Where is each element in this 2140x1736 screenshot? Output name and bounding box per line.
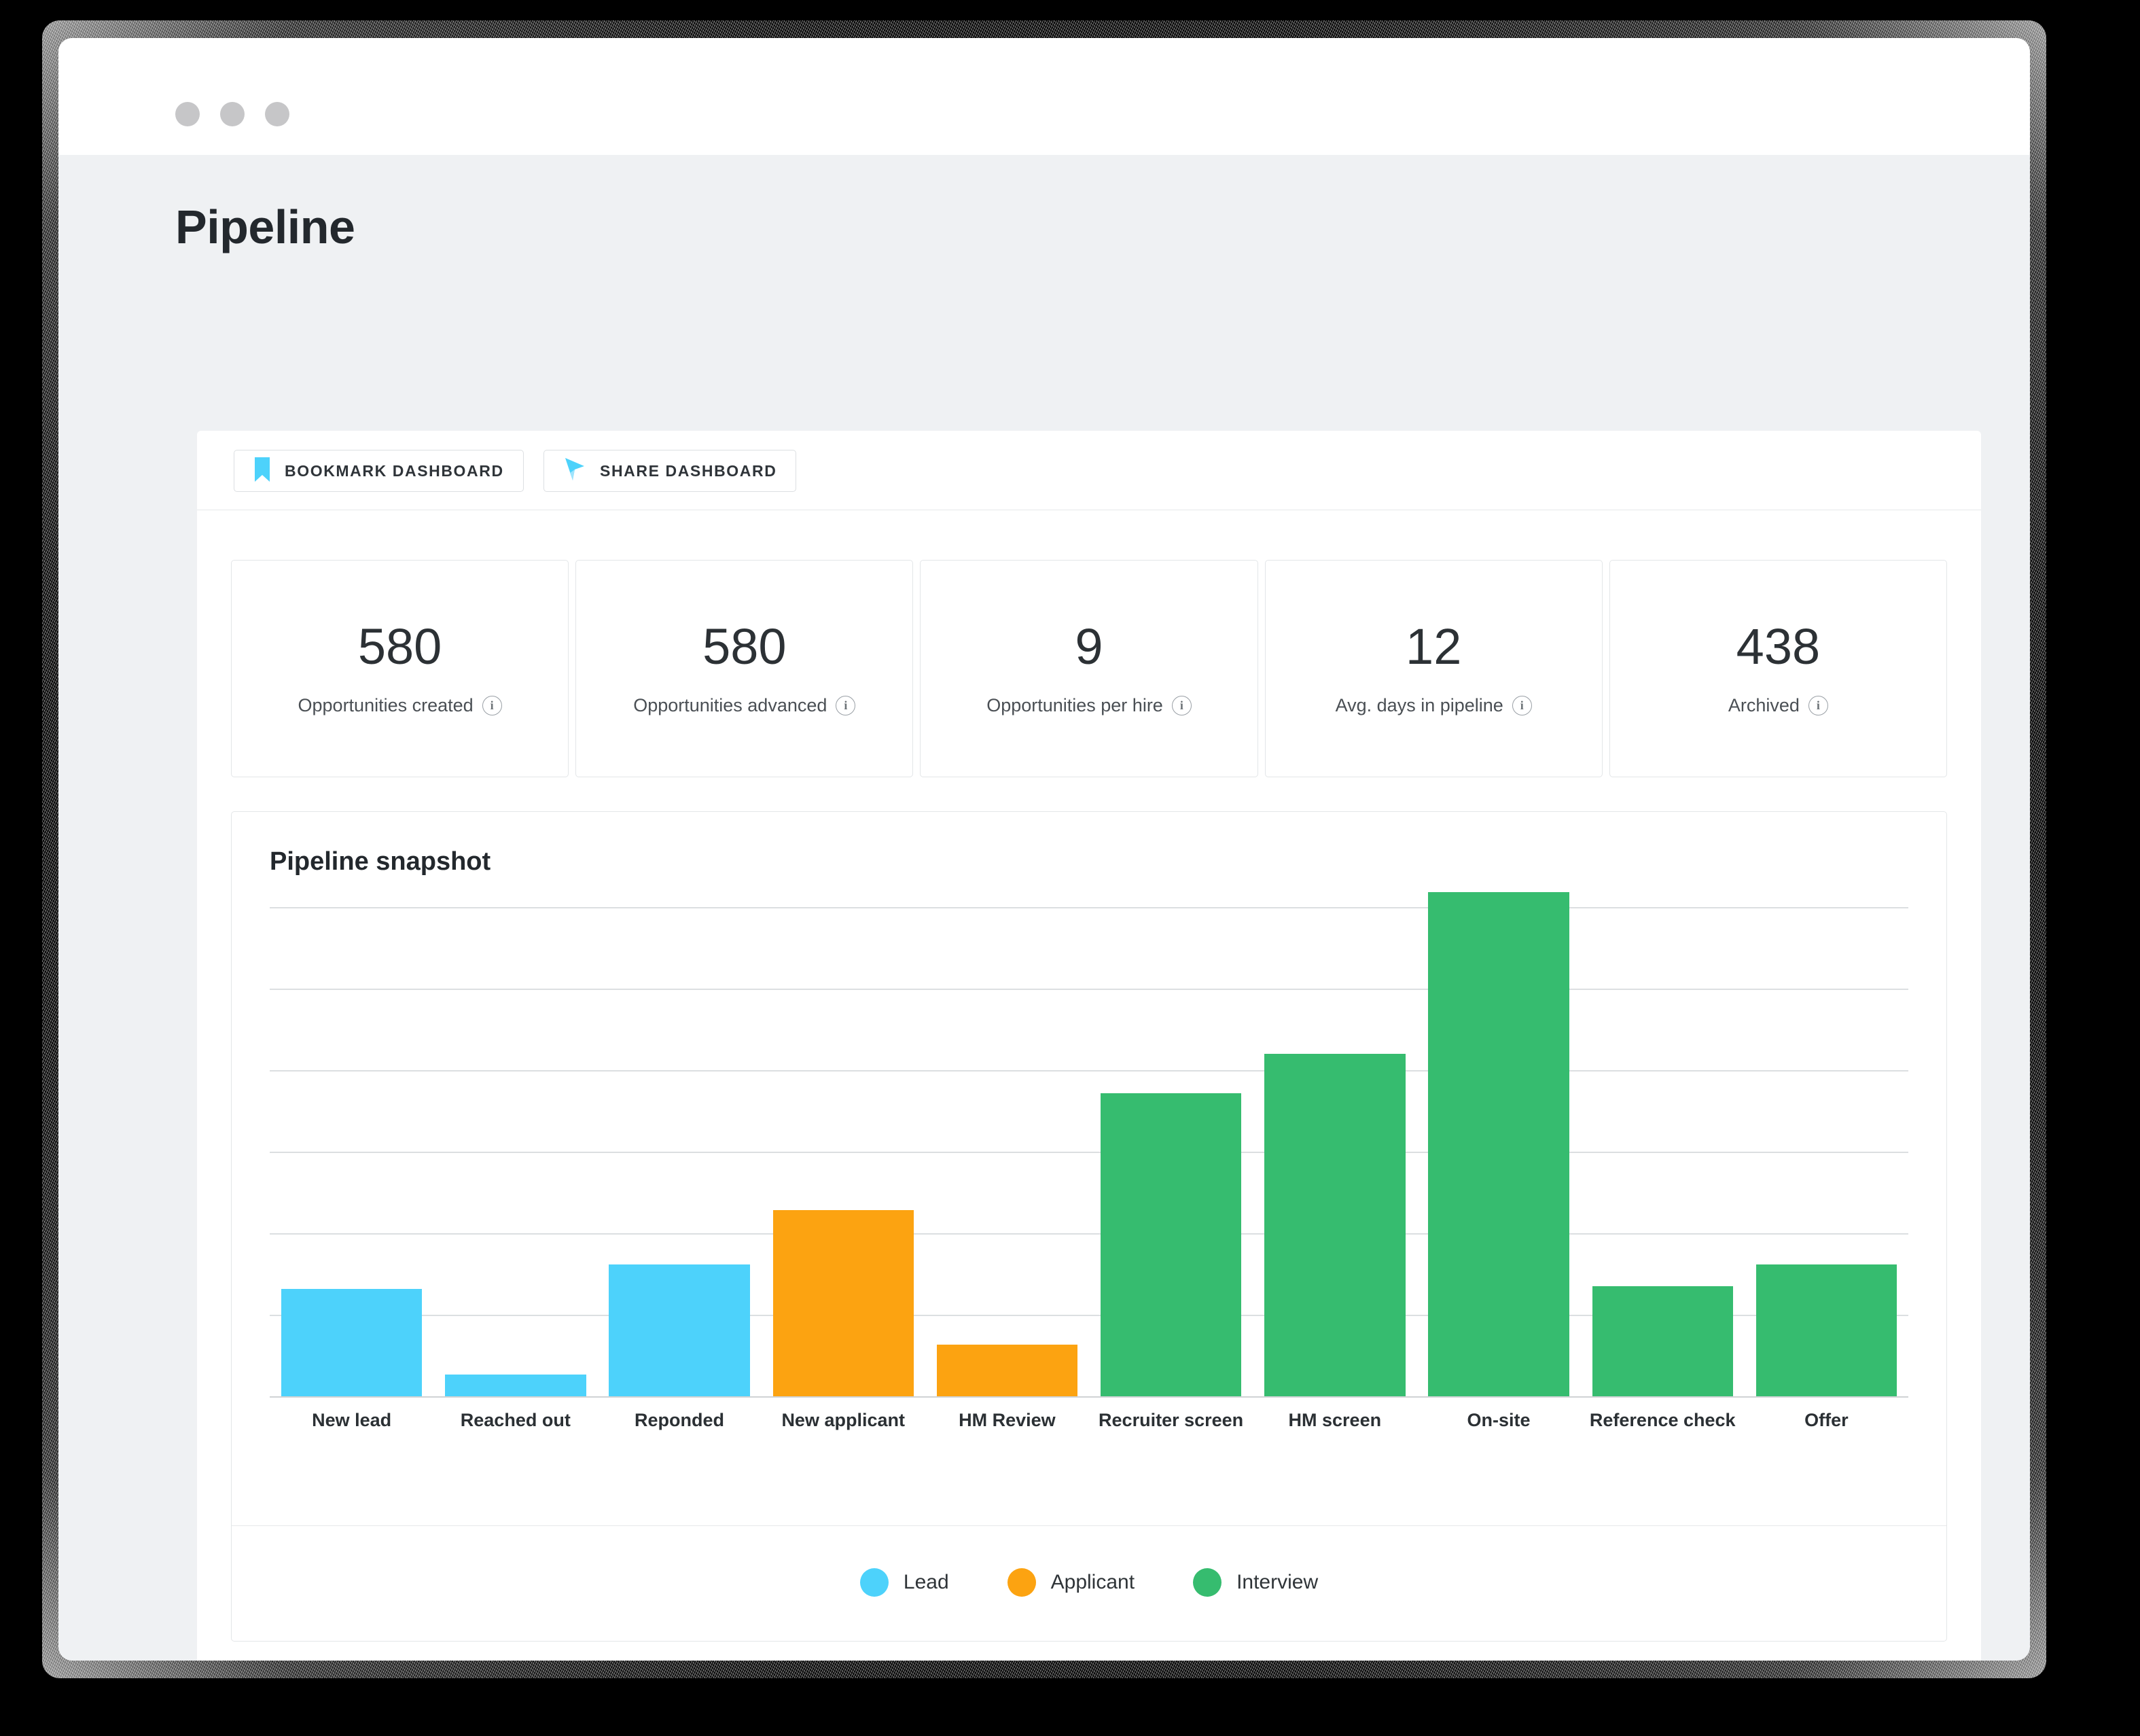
bar-cell [1253,907,1416,1396]
stat-card-row: 580 Opportunities created i 580 Opportunitie… [231,560,1947,777]
bar-cell [1581,907,1745,1396]
legend-label: Interview [1236,1571,1318,1594]
legend-item[interactable]: Interview [1193,1568,1318,1597]
pipeline-snapshot-card: Pipeline snapshot New leadReached outRep… [231,811,1947,1642]
stat-caption: Opportunities created i [298,695,502,716]
window-close-button[interactable] [175,102,200,126]
stat-label: Opportunities advanced [633,695,827,716]
stat-card: 580 Opportunities created i [231,560,569,777]
stat-label: Avg. days in pipeline [1336,695,1503,716]
x-axis-label: Offer [1745,1410,1908,1431]
window-titlebar [58,38,2030,96]
gridline [270,1396,1908,1398]
legend-swatch [860,1568,889,1597]
stat-card: 438 Archived i [1609,560,1947,777]
x-axis-label: HM screen [1253,1410,1416,1431]
chart-x-axis-labels: New leadReached outRepondedNew applicant… [270,1410,1908,1431]
stat-value: 438 [1736,622,1820,672]
legend-swatch [1007,1568,1036,1597]
legend-item[interactable]: Lead [860,1568,949,1597]
chart-bars [270,907,1908,1396]
stat-value: 12 [1406,622,1461,672]
stat-caption: Avg. days in pipeline i [1336,695,1532,716]
bar-cell [925,907,1089,1396]
share-dashboard-button[interactable]: SHARE DASHBOARD [543,450,796,492]
bar-cell [270,907,433,1396]
info-icon[interactable]: i [1172,696,1192,715]
stat-label: Opportunities created [298,695,474,716]
stat-caption: Archived i [1728,695,1828,716]
info-icon[interactable]: i [836,696,855,715]
x-axis-label: On-site [1416,1410,1580,1431]
x-axis-label: Recruiter screen [1089,1410,1253,1431]
stat-caption: Opportunities advanced i [633,695,855,716]
dashboard-action-bar: BOOKMARK DASHBOARD SHARE DASHBOARD [197,431,1981,510]
dashboard-card: BOOKMARK DASHBOARD SHARE DASHBOARD 580 Op… [197,431,1981,1661]
info-icon[interactable]: i [1512,696,1532,715]
bar[interactable] [445,1375,586,1396]
chart-title: Pipeline snapshot [232,812,1946,876]
legend-item[interactable]: Applicant [1007,1568,1135,1597]
bar-cell [1089,907,1253,1396]
stat-value: 9 [1075,622,1103,672]
legend-label: Lead [904,1571,949,1594]
browser-window: Pipeline BOOKMARK DASHBOARD [58,38,2030,1661]
bar-cell [1416,907,1580,1396]
info-icon[interactable]: i [1808,696,1828,715]
stat-card: 580 Opportunities advanced i [575,560,913,777]
bar[interactable] [1101,1093,1241,1396]
stat-value: 580 [358,622,442,672]
stat-card: 12 Avg. days in pipeline i [1265,560,1603,777]
x-axis-label: Reached out [433,1410,597,1431]
stat-card: 9 Opportunities per hire i [920,560,1258,777]
x-axis-label: Reponded [597,1410,761,1431]
bar[interactable] [773,1210,914,1396]
bookmark-dashboard-label: BOOKMARK DASHBOARD [285,462,504,480]
window-minimize-button[interactable] [220,102,245,126]
stat-value: 580 [702,622,786,672]
bar[interactable] [1264,1054,1405,1396]
legend-swatch [1193,1568,1221,1597]
info-icon[interactable]: i [482,696,502,715]
bar-cell [433,907,597,1396]
bar-cell [762,907,925,1396]
stat-label: Archived [1728,695,1800,716]
screenshot-frame: Pipeline BOOKMARK DASHBOARD [0,0,2140,1736]
paper-plane-icon [563,457,586,485]
bar[interactable] [609,1264,749,1396]
stat-label: Opportunities per hire [986,695,1163,716]
bookmark-icon [253,457,271,485]
bar-chart-plot-area [270,907,1908,1396]
x-axis-label: HM Review [925,1410,1089,1431]
bar[interactable] [1592,1286,1733,1396]
bar-cell [1745,907,1908,1396]
stat-caption: Opportunities per hire i [986,695,1192,716]
bar[interactable] [937,1345,1077,1396]
legend-label: Applicant [1051,1571,1135,1594]
x-axis-label: Reference check [1581,1410,1745,1431]
page-title: Pipeline [58,155,2030,254]
bar[interactable] [281,1289,422,1396]
window-maximize-button[interactable] [265,102,289,126]
bar[interactable] [1756,1264,1897,1396]
chart-legend: Lead Applicant Interview [232,1525,1946,1640]
share-dashboard-label: SHARE DASHBOARD [600,462,777,480]
bookmark-dashboard-button[interactable]: BOOKMARK DASHBOARD [234,450,524,492]
page-viewport: Pipeline BOOKMARK DASHBOARD [58,155,2030,1661]
x-axis-label: New applicant [762,1410,925,1431]
bar[interactable] [1428,892,1569,1396]
x-axis-label: New lead [270,1410,433,1431]
bar-cell [597,907,761,1396]
